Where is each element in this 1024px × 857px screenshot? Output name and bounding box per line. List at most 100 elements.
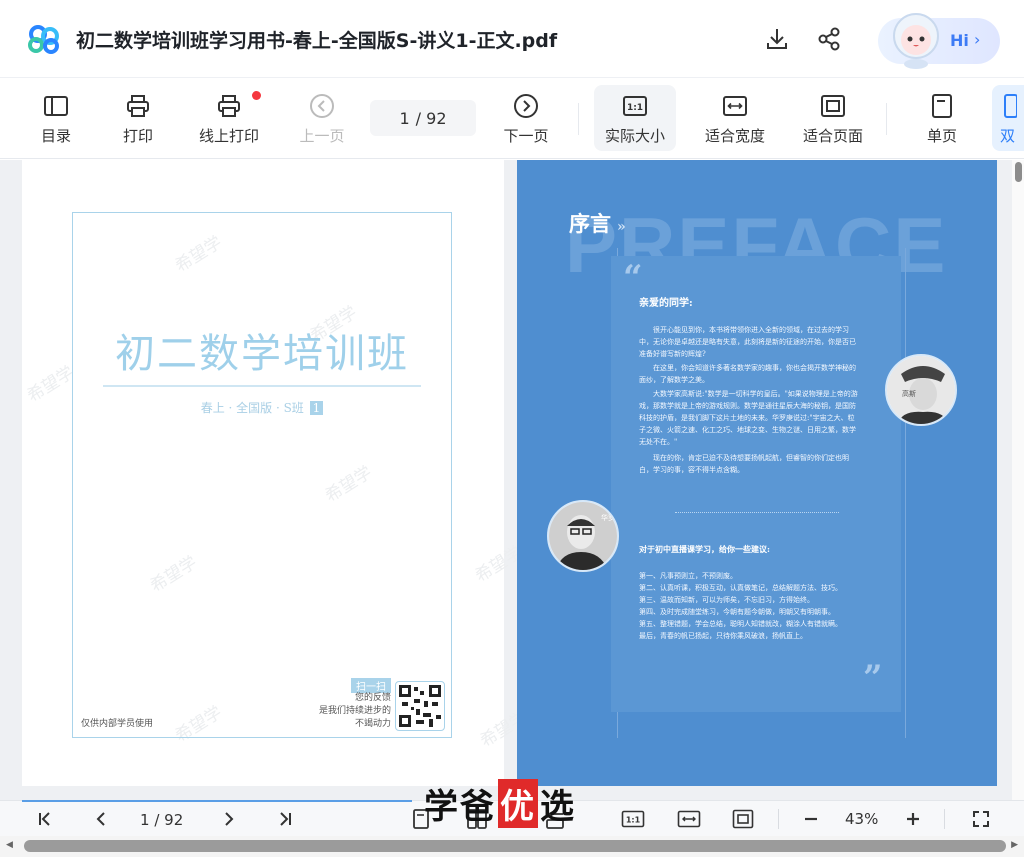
scroll-left-icon[interactable]: ◀ — [6, 840, 13, 850]
advice-item: 最后，青春的帆已扬起，只待你乘风破浪，扬帆直上。 — [639, 632, 807, 640]
svg-text:1:1: 1:1 — [626, 816, 641, 825]
svg-text:1:1: 1:1 — [627, 103, 643, 113]
print-label: 打印 — [122, 127, 153, 145]
toolbar-divider — [886, 103, 887, 135]
single-page-label: 单页 — [926, 127, 957, 145]
first-page-icon — [39, 812, 50, 826]
fit-page-icon — [821, 95, 845, 117]
last-page-icon — [280, 812, 291, 826]
portrait-hua-luogeng: 华罗庚 — [547, 500, 619, 572]
single-page-button[interactable]: 单页 — [914, 85, 970, 151]
document-title: 初二数学培训班学习用书-春上-全国版S-讲义1-正文.pdf — [76, 30, 558, 52]
fullscreen-button[interactable] — [968, 807, 994, 831]
next-page-icon — [514, 94, 538, 118]
single-page-icon — [932, 94, 952, 118]
zoom-level[interactable]: 43% — [845, 810, 878, 828]
scroll-right-icon[interactable]: ▶ — [1011, 840, 1018, 850]
watermark: 希望学 — [23, 362, 78, 407]
cover-frame: 初二数学培训班 春上 · 全国版 · S班 1 仅供内部学员使用 扫一扫 您的反… — [72, 212, 452, 738]
advice-list: 第一、凡事预则立，不预则废。 第二、认真听课，积极互动，认真做笔记，总结解题方法… — [639, 570, 875, 642]
zoom-out-button[interactable] — [798, 807, 824, 831]
toc-button[interactable]: 目录 — [30, 85, 82, 151]
double-page-button[interactable]: 双 — [992, 85, 1024, 151]
brand-text-b: 优 — [498, 778, 538, 828]
toolbar-divider — [578, 103, 579, 135]
assistant-avatar-icon — [893, 13, 939, 69]
double-chevron-icon: » — [617, 219, 626, 235]
download-button[interactable] — [762, 24, 792, 54]
brand-watermark: 学爸优选 — [424, 778, 576, 828]
zoom-in-button[interactable] — [900, 807, 926, 831]
last-page-button[interactable] — [272, 807, 298, 831]
advice-item: 第二、认真听课，积极互动，认真做笔记，总结解题方法、技巧。 — [639, 584, 842, 592]
pdf-page-preface: PREFACE 序言» “ 亲爱的同学: 很开心能见到你，本书将带领你进入全新的… — [517, 160, 997, 786]
brand-text-a: 学爸 — [424, 786, 496, 827]
cover-subtitle: 春上 · 全国版 · S班 1 — [73, 399, 451, 416]
actual-size-icon: 1:1 — [623, 96, 647, 116]
document-viewer[interactable]: 希望学 希望学 希望学 希望学 希望学 希望学 希望学 希望学 初二数学培训班 … — [0, 160, 1024, 800]
internal-use-note: 仅供内部学员使用 — [81, 719, 154, 729]
fit-page-button[interactable]: 适合页面 — [798, 85, 868, 151]
actual-size-button[interactable]: 1:1 实际大小 — [594, 85, 676, 151]
first-page-button[interactable] — [32, 807, 58, 831]
prev-page-icon — [310, 94, 334, 118]
bottom-fit-width-button[interactable] — [676, 807, 702, 831]
bottom-fit-page-button[interactable] — [730, 807, 756, 831]
bottom-actual-size-button[interactable]: 1:1 — [620, 807, 646, 831]
advice-item: 第一、凡事预则立，不预则废。 — [639, 572, 737, 580]
title-bar: 初二数学培训班学习用书-春上-全国版S-讲义1-正文.pdf Hi › — [0, 0, 1024, 78]
bottom-page-indicator[interactable]: 1 / 92 — [140, 811, 183, 829]
qr-code-icon — [399, 685, 441, 727]
preface-title: 序言 — [569, 211, 611, 236]
ai-assistant-button[interactable]: Hi › — [878, 13, 1000, 69]
toc-icon — [44, 96, 68, 116]
share-button[interactable] — [814, 24, 844, 54]
horizontal-scrollbar[interactable]: ◀ ▶ — [0, 836, 1024, 857]
preface-heading: 序言 » — [569, 208, 626, 238]
online-print-label: 线上打印 — [198, 127, 259, 145]
bottom-divider — [778, 809, 779, 829]
advice-heading: 对于初中直播课学习，给你一些建议: — [639, 544, 770, 554]
next-page-button[interactable]: 下一页 — [496, 85, 556, 151]
decorative-line — [905, 248, 906, 738]
vertical-scrollbar[interactable] — [1012, 160, 1024, 800]
preface-paragraph: 在这里，你会知道许多著名数学家的趣事，你也会揭开数学神秘的面纱，了解数学之美。 — [639, 364, 856, 384]
plus-icon — [907, 813, 919, 825]
fullscreen-icon — [973, 811, 989, 827]
cover-subtitle-text: 春上 · 全国版 · S班 — [200, 401, 304, 415]
chevron-right-icon: › — [974, 30, 981, 49]
qr-code — [395, 681, 445, 731]
fit-width-button[interactable]: 适合宽度 — [698, 85, 772, 151]
app-logo-icon — [28, 25, 59, 54]
notification-dot — [252, 91, 261, 100]
prev-page-button[interactable]: 上一页 — [292, 85, 352, 151]
portrait-gauss: 高斯 — [885, 354, 957, 426]
bottom-prev-button[interactable] — [88, 807, 114, 831]
horizontal-scroll-thumb[interactable] — [24, 840, 1006, 852]
page-number-input[interactable]: 1 / 92 — [370, 100, 476, 136]
actual-size-icon: 1:1 — [621, 810, 645, 828]
assistant-label: Hi — [950, 31, 969, 50]
preface-paragraph: 现在的你，肯定已迫不及待想要扬帆起航，但睿智的你们定也明白，学习的事，容不得半点… — [639, 454, 849, 474]
bottom-next-button[interactable] — [216, 807, 242, 831]
download-icon — [767, 29, 787, 49]
fit-width-label: 适合宽度 — [704, 127, 765, 145]
cover-divider — [103, 385, 421, 387]
advice-item: 第五、整理错题，学会总结，聪明人知错就改，糊涂人有错就瞒。 — [639, 620, 842, 628]
preface-greeting: 亲爱的同学: — [639, 298, 693, 309]
bottom-bar: 1 / 92 学爸优选 1:1 43% — [0, 778, 1024, 836]
feedback-line-2: 是我们持续进步的 — [318, 706, 391, 716]
fit-width-icon — [723, 96, 747, 116]
fit-page-label: 适合页面 — [802, 127, 863, 145]
bottom-current-page: 1 — [140, 811, 150, 829]
open-quote-icon: “ — [623, 258, 643, 298]
minus-icon — [805, 817, 817, 821]
vertical-scroll-thumb[interactable] — [1015, 162, 1022, 182]
prev-page-label: 上一页 — [299, 127, 345, 145]
portrait-gauss-image: 高斯 — [887, 356, 955, 424]
double-page-label: 双 — [1000, 127, 1016, 145]
total-pages: / 92 — [415, 108, 447, 128]
portrait-hua-image: 华罗庚 — [549, 502, 617, 570]
chevron-right-icon — [225, 812, 234, 826]
print-button[interactable]: 打印 — [112, 85, 164, 151]
